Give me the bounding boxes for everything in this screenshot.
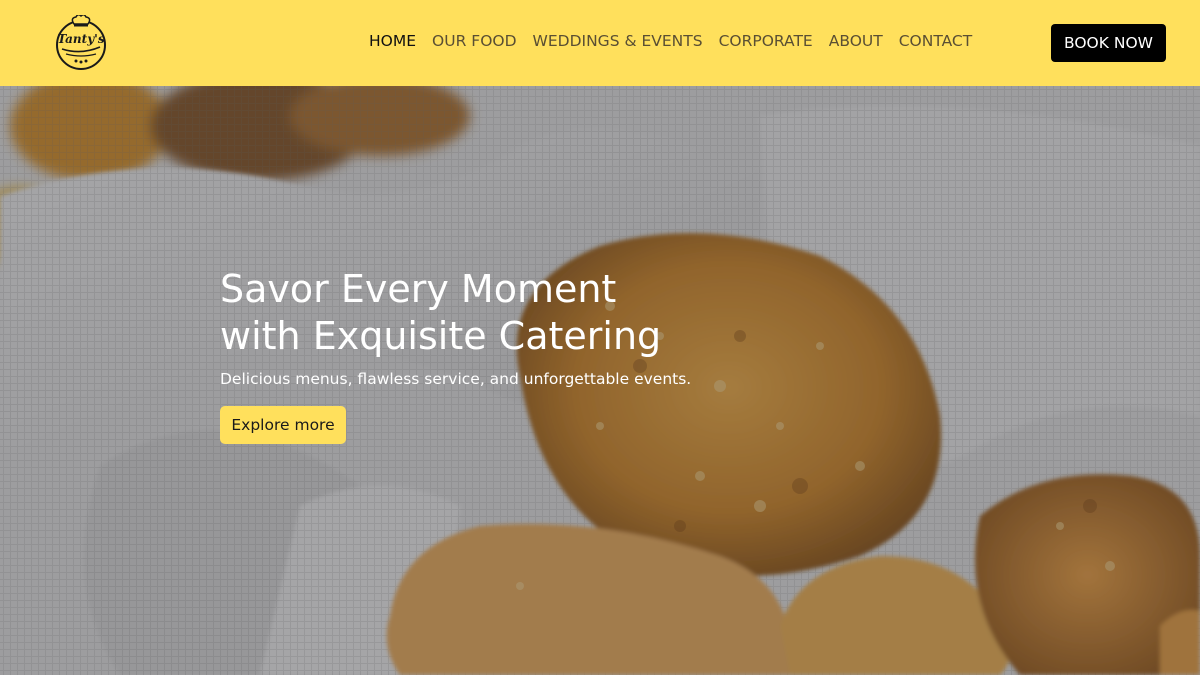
site-header: Tanty's HOME OUR FOOD WEDDINGS & EVENTS … <box>0 0 1200 86</box>
page: Tanty's HOME OUR FOOD WEDDINGS & EVENTS … <box>0 0 1200 675</box>
nav-link-about[interactable]: ABOUT <box>829 32 883 50</box>
nav-link-corporate[interactable]: CORPORATE <box>719 32 813 50</box>
nav-link-home[interactable]: HOME <box>369 32 416 50</box>
hero-content: Savor Every Moment with Exquisite Caterin… <box>220 266 860 444</box>
hero-section: Savor Every Moment with Exquisite Caterin… <box>0 86 1200 675</box>
hero-title: Savor Every Moment with Exquisite Caterin… <box>220 266 860 360</box>
hero-subtitle: Delicious menus, flawless service, and u… <box>220 370 692 388</box>
explore-more-button[interactable]: Explore more <box>220 406 346 444</box>
hero-title-line-1: Savor Every Moment <box>220 267 617 311</box>
svg-text:Tanty's: Tanty's <box>57 32 104 46</box>
book-now-button[interactable]: BOOK NOW <box>1051 24 1166 62</box>
chef-hat-logo-icon: Tanty's <box>56 15 106 70</box>
brand-logo[interactable]: Tanty's <box>52 15 110 71</box>
nav-link-weddings-events[interactable]: WEDDINGS & EVENTS <box>533 32 703 50</box>
hero-title-line-2: with Exquisite Catering <box>220 314 662 358</box>
main-nav: HOME OUR FOOD WEDDINGS & EVENTS CORPORAT… <box>369 32 972 50</box>
nav-link-contact[interactable]: CONTACT <box>899 32 973 50</box>
nav-link-our-food[interactable]: OUR FOOD <box>432 32 517 50</box>
